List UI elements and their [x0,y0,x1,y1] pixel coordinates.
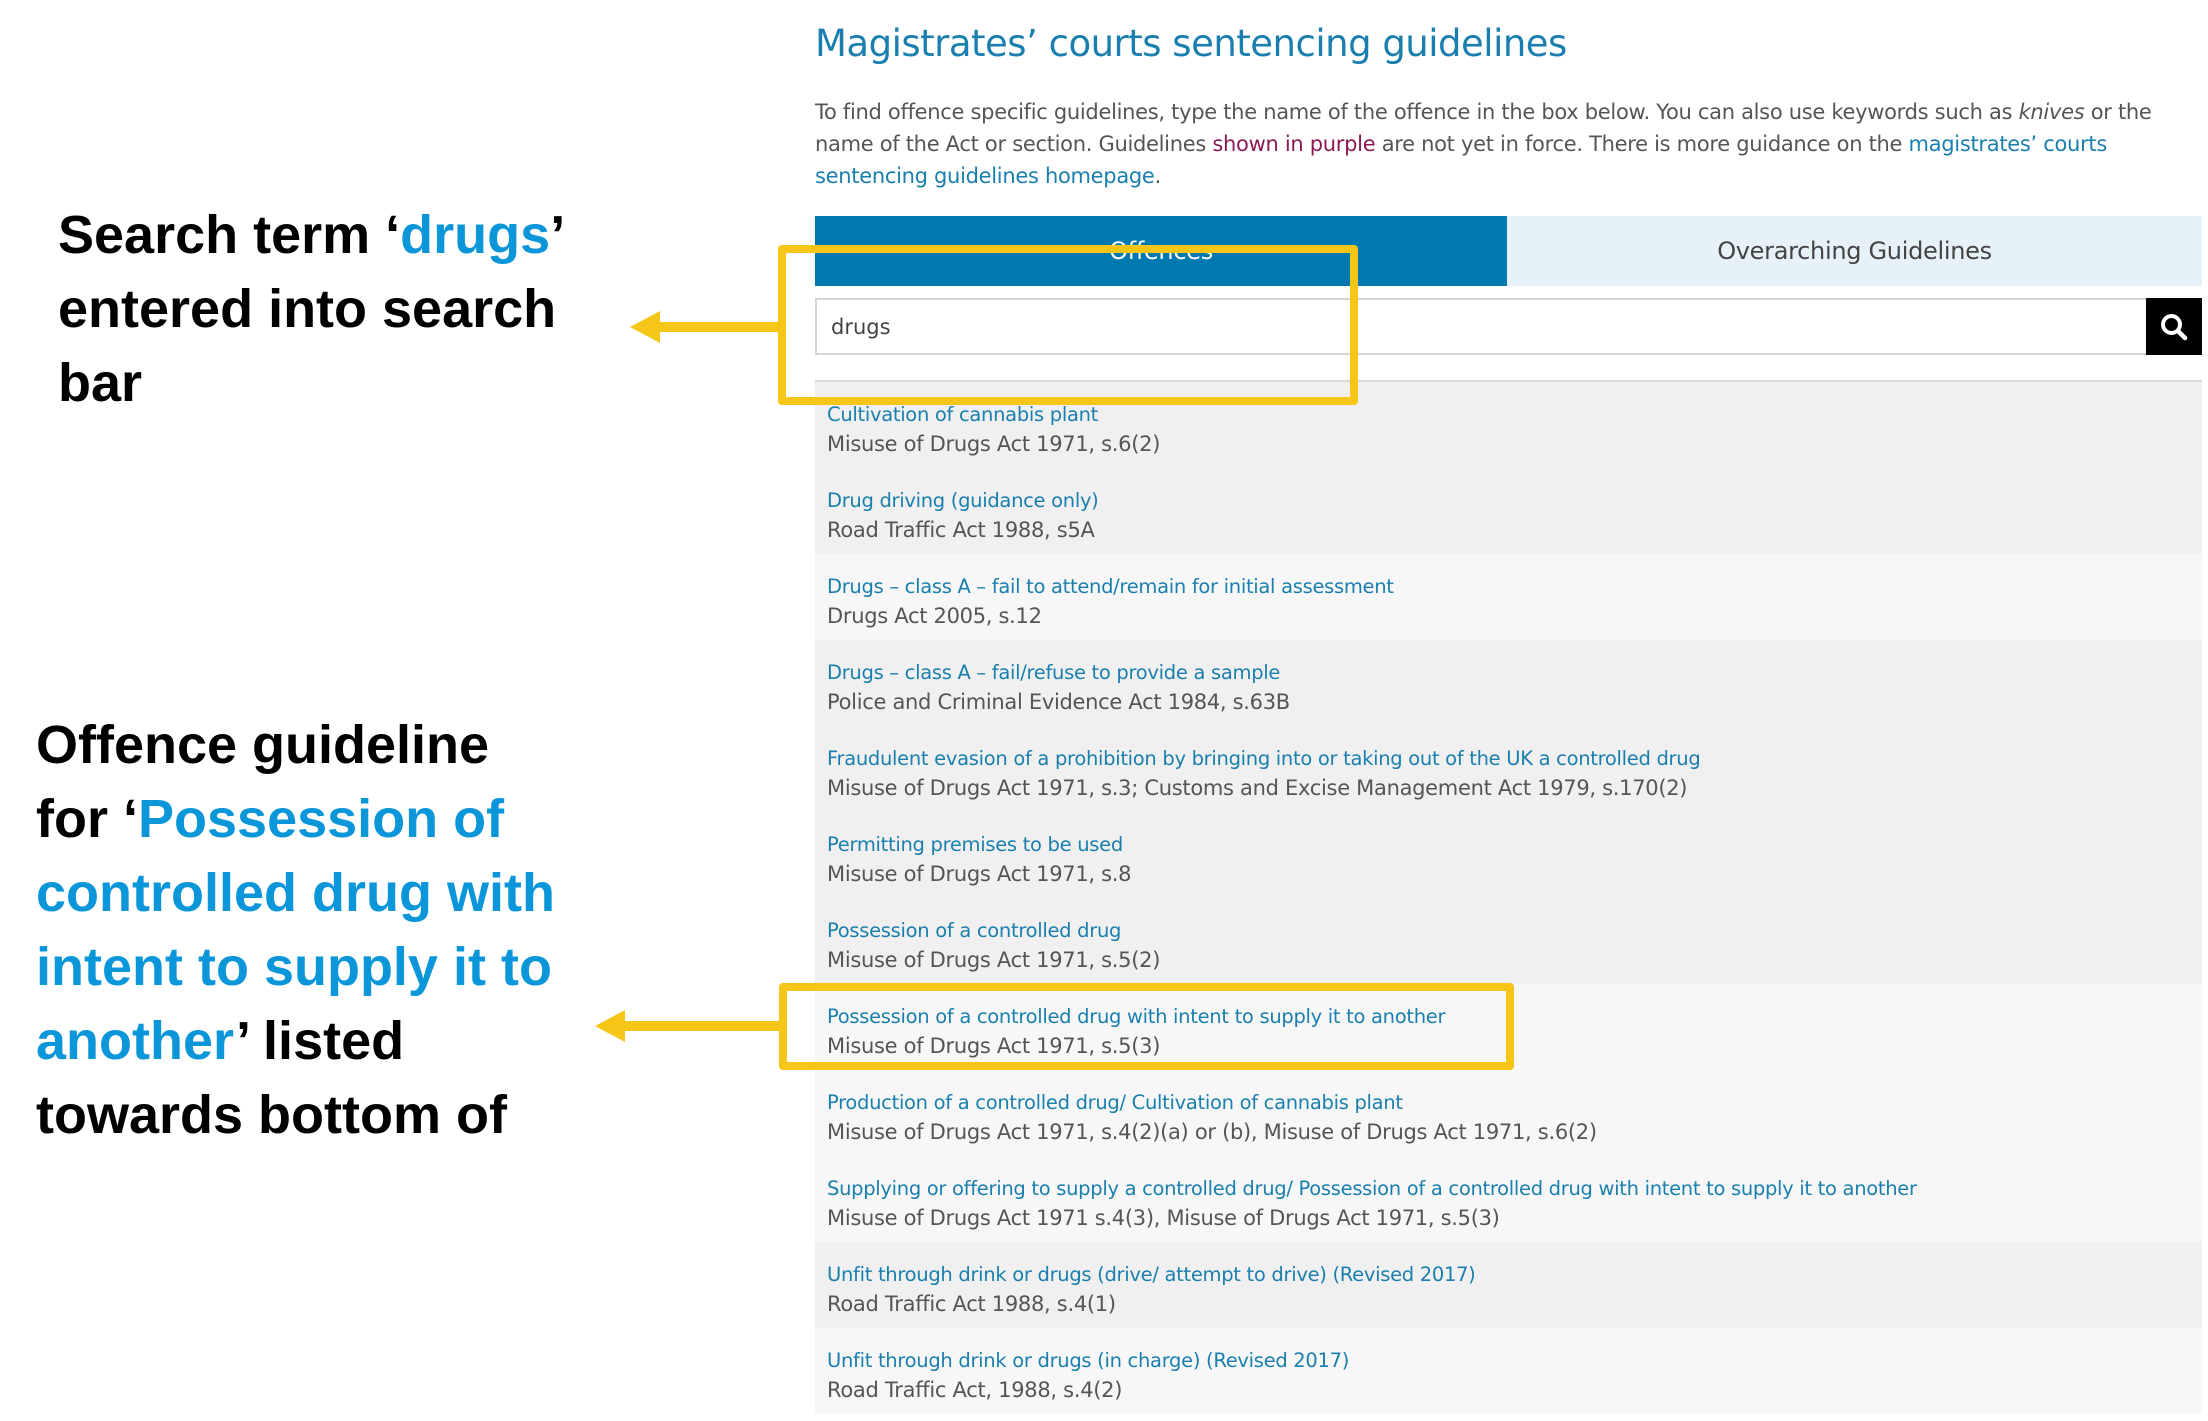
result-link[interactable]: Permitting premises to be used [827,832,2202,858]
result-act: Misuse of Drugs Act 1971, s.3; Customs a… [827,776,1688,800]
result-row[interactable]: Permitting premises to be used Misuse of … [815,812,2202,898]
result-link[interactable]: Possession of a controlled drug with int… [827,1004,2202,1030]
result-link[interactable]: Supplying or offering to supply a contro… [827,1176,2202,1202]
search-bar [815,298,2202,355]
guideline-tabs: Offences Overarching Guidelines [815,216,2202,286]
search-input[interactable] [815,298,2146,355]
result-row[interactable]: Cultivation of cannabis plant Misuse of D… [815,382,2202,468]
intro-text: are not yet in force. There is more guid… [1375,132,1909,156]
intro-text: To find offence specific guidelines, typ… [815,100,2019,124]
annotation-text: ’ [550,205,563,265]
result-link[interactable]: Cultivation of cannabis plant [827,402,2202,428]
annotation-result-listed: Offence guideline for ‘Possession of con… [36,708,556,1152]
search-button[interactable] [2146,298,2202,355]
result-link[interactable]: Fraudulent evasion of a prohibition by b… [827,746,2202,772]
result-row[interactable]: Drug driving (guidance only) Road Traffic… [815,468,2202,554]
result-act: Police and Criminal Evidence Act 1984, s… [827,690,1290,714]
page-title: Magistrates’ courts sentencing guideline… [815,22,1567,65]
result-act: Misuse of Drugs Act 1971, s.5(2) [827,948,1161,972]
result-link[interactable]: Unfit through drink or drugs (in charge)… [827,1348,2202,1374]
result-act: Road Traffic Act, 1988, s.4(2) [827,1378,1123,1402]
annotation-text: Search term ‘ [58,205,401,265]
result-link[interactable]: Drugs – class A – fail/refuse to provide… [827,660,2202,686]
result-link[interactable]: Production of a controlled drug/ Cultiva… [827,1090,2202,1116]
results-list: Cultivation of cannabis plant Misuse of D… [815,382,2202,1414]
tab-offences[interactable]: Offences [815,216,1507,286]
intro-paragraph: To find offence specific guidelines, typ… [815,96,2175,192]
result-link[interactable]: Possession of a controlled drug [827,918,2202,944]
result-act: Misuse of Drugs Act 1971, s.4(2)(a) or (… [827,1120,1597,1144]
intro-keyword: knives [2018,100,2085,124]
result-row[interactable]: Drugs – class A – fail to attend/remain … [815,554,2202,640]
result-row[interactable]: Production of a controlled drug/ Cultiva… [815,1070,2202,1156]
purple-legend: shown in purple [1212,132,1376,156]
annotation-text: entered into search bar [58,279,557,413]
tab-overarching-guidelines[interactable]: Overarching Guidelines [1507,216,2202,286]
result-row[interactable]: Supplying or offering to supply a contro… [815,1156,2202,1242]
result-act: Misuse of Drugs Act 1971 s.4(3), Misuse … [827,1206,1500,1230]
annotation-highlight: drugs [400,205,551,265]
result-row[interactable]: Unfit through drink or drugs (in charge)… [815,1328,2202,1414]
arrow-left-icon [595,1010,781,1042]
result-act: Road Traffic Act 1988, s.4(1) [827,1292,1116,1316]
result-act: Misuse of Drugs Act 1971, s.5(3) [827,1034,1161,1058]
result-row[interactable]: Unfit through drink or drugs (drive/ att… [815,1242,2202,1328]
result-link[interactable]: Drug driving (guidance only) [827,488,2202,514]
result-link[interactable]: Drugs – class A – fail to attend/remain … [827,574,2202,600]
result-row[interactable]: Fraudulent evasion of a prohibition by b… [815,726,2202,812]
intro-text: . [1154,164,1162,188]
arrow-left-icon [630,311,780,343]
result-row[interactable]: Possession of a controlled drug with int… [815,984,2202,1070]
search-icon [2161,313,2188,340]
result-act: Drugs Act 2005, s.12 [827,604,1042,628]
result-act: Misuse of Drugs Act 1971, s.6(2) [827,432,1161,456]
result-act: Misuse of Drugs Act 1971, s.8 [827,862,1132,886]
result-link[interactable]: Unfit through drink or drugs (drive/ att… [827,1262,2202,1288]
result-act: Road Traffic Act 1988, s5A [827,518,1095,542]
result-row[interactable]: Drugs – class A – fail/refuse to provide… [815,640,2202,726]
result-row[interactable]: Possession of a controlled drug Misuse of… [815,898,2202,984]
annotation-search-term: Search term ‘drugs’ entered into search … [58,198,618,420]
